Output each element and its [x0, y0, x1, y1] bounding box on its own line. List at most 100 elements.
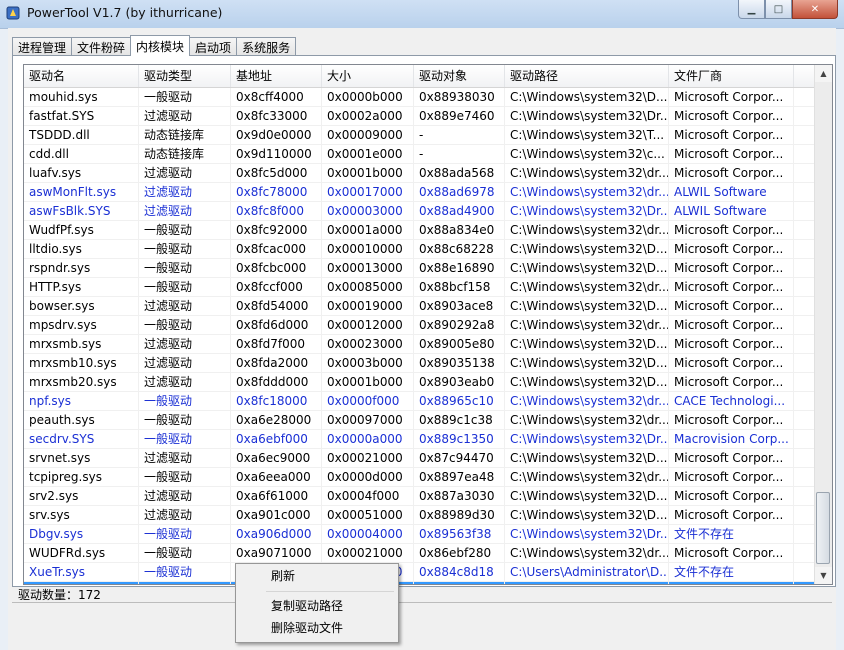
table-row[interactable]: npf.sys 一般驱动 0x8fc18000 0x0000f000 0x88965c1…	[24, 392, 814, 411]
table-cell: Microsoft Corpor...	[669, 335, 794, 353]
table-cell: -	[414, 126, 505, 144]
table-row[interactable]: HTTP.sys 一般驱动 0x8fccf000 0x00085000 0x88bcf1…	[24, 278, 814, 297]
close-button[interactable]: ✕	[792, 0, 838, 19]
table-cell: 0x884c8d18	[414, 563, 505, 581]
table-row[interactable]: secdrv.SYS 一般驱动 0xa6ebf000 0x0000a000 0x889c…	[24, 430, 814, 449]
table-cell: srvnet.sys	[24, 449, 139, 467]
tab-3[interactable]: 启动项	[189, 37, 238, 56]
table-cell: mrxsmb.sys	[24, 335, 139, 353]
table-cell: 0x00097000	[322, 411, 414, 429]
table-cell: C:\Windows\system32\dr...	[505, 183, 669, 201]
column-header-5[interactable]: 驱动路径	[505, 65, 669, 87]
table-row[interactable]: mrxsmb10.sys 过滤驱动 0x8fda2000 0x0003b000 0x89…	[24, 354, 814, 373]
table-cell: C:\Windows\system32\dr...	[505, 468, 669, 486]
table-cell: Microsoft Corpor...	[669, 373, 794, 391]
context-menu: 刷新 复制驱动路径 删除驱动文件	[235, 563, 399, 643]
table-cell: Microsoft Corpor...	[669, 259, 794, 277]
table-cell: 0xa6f61000	[231, 487, 322, 505]
table-row[interactable]: bowser.sys 过滤驱动 0x8fd54000 0x00019000 0x8903…	[24, 297, 814, 316]
table-row[interactable]: cdd.dll 动态链接库 0x9d110000 0x0001e000- C:\Wind…	[24, 145, 814, 164]
table-cell: 一般驱动	[139, 392, 231, 410]
table-cell: 0x8cff4000	[231, 88, 322, 106]
table-cell: TSDDD.dll	[24, 126, 139, 144]
table-cell: 0x0002a000	[322, 107, 414, 125]
table-cell: 过滤驱动	[139, 335, 231, 353]
table-cell: 0x87c94470	[414, 449, 505, 467]
table-row[interactable]: luafv.sys 过滤驱动 0x8fc5d000 0x0001b000 0x88ada…	[24, 164, 814, 183]
table-cell: 0x8fc92000	[231, 221, 322, 239]
tab-0[interactable]: 进程管理	[12, 37, 73, 56]
table-cell: 0x0000d000	[322, 468, 414, 486]
table-row[interactable]: lltdio.sys 一般驱动 0x8fcac000 0x00010000 0x88c6…	[24, 240, 814, 259]
driver-list[interactable]: 驱动名 驱动类型 基地址 大小 驱动对象 驱动路径 文件厂商 mouhid.sys 一般驱动 0…	[23, 64, 833, 585]
table-row[interactable]: WudfPf.sys 一般驱动 0x8fc92000 0x0001a000 0x88a8…	[24, 221, 814, 240]
table-cell: 0x88938030	[414, 88, 505, 106]
table-row[interactable]: mrxsmb20.sys 过滤驱动 0x8fddd000 0x0001b000 0x89…	[24, 373, 814, 392]
table-cell: 一般驱动	[139, 563, 231, 581]
tab-4[interactable]: 系统服务	[236, 37, 297, 56]
table-row[interactable]: fastfat.SYS 过滤驱动 0x8fc33000 0x0002a000 0x889…	[24, 107, 814, 126]
table-cell: 0x00004000	[322, 525, 414, 543]
table-cell: 0x8fcac000	[231, 240, 322, 258]
table-row[interactable]: WUDFRd.sys 一般驱动 0xa9071000 0x00021000 0x86eb…	[24, 544, 814, 563]
table-cell: peauth.sys	[24, 411, 139, 429]
table-cell: 一般驱动	[139, 544, 231, 562]
table-cell: 一般驱动	[139, 88, 231, 106]
table-cell: 0x0000f000	[322, 392, 414, 410]
minimize-button[interactable]: ▁	[738, 0, 765, 19]
table-cell: ALWIL Software	[669, 183, 794, 201]
table-cell: 动态链接库	[139, 126, 231, 144]
scrollbar-thumb[interactable]	[816, 492, 830, 564]
table-cell: 0x88c68228	[414, 240, 505, 258]
table-cell: 一般驱动	[139, 582, 231, 584]
tab-2[interactable]: 内核模块	[130, 35, 191, 56]
table-row[interactable]: peauth.sys 一般驱动 0xa6e28000 0x00097000 0x889c…	[24, 411, 814, 430]
table-cell: srv.sys	[24, 506, 139, 524]
table-cell: C:\Windows\system32\D...	[505, 449, 669, 467]
table-cell: rspndr.sys	[24, 259, 139, 277]
table-row[interactable]: aswFsBlk.SYS 过滤驱动 0x8fc8f000 0x00003000 0x88…	[24, 202, 814, 221]
table-row[interactable]: XueTr.sys一般驱动0xa90a90000x0004a0000x884c8…	[24, 563, 814, 582]
table-cell: 0x8fc33000	[231, 107, 322, 125]
table-cell: 0x0001a000	[322, 221, 414, 239]
table-cell: 0x887a3030	[414, 487, 505, 505]
table-cell: 0xa6eea000	[231, 468, 322, 486]
table-row[interactable]: TSDDD.dll 动态链接库 0x9d0e0000 0x00009000- C:\Wi…	[24, 126, 814, 145]
column-header-3[interactable]: 大小	[322, 65, 414, 87]
table-row[interactable]: rspndr.sys 一般驱动 0x8fcbc000 0x00013000 0x88e1…	[24, 259, 814, 278]
table-row[interactable]: mouhid.sys 一般驱动 0x8cff4000 0x0000b000 0x8893…	[24, 88, 814, 107]
table-cell: mrxsmb10.sys	[24, 354, 139, 372]
menu-item-copy-driver-path[interactable]: 复制驱动路径	[238, 596, 394, 616]
table-row[interactable]: kEvP.sys一般驱动0xa91b60000x0000c0000x874ee6…	[24, 582, 814, 584]
column-header-4[interactable]: 驱动对象	[414, 65, 505, 87]
vertical-scrollbar[interactable]: ▲ ▼	[814, 65, 832, 584]
menu-item-refresh[interactable]: 刷新	[238, 566, 394, 586]
table-cell: 0x00003000	[322, 202, 414, 220]
table-cell: 一般驱动	[139, 278, 231, 296]
column-header-1[interactable]: 驱动类型	[139, 65, 231, 87]
column-header-0[interactable]: 驱动名	[24, 65, 139, 87]
table-cell: 0x9d110000	[231, 145, 322, 163]
table-cell: 0x86ebf280	[414, 544, 505, 562]
table-row[interactable]: mpsdrv.sys 一般驱动 0x8fd6d000 0x00012000 0x8902…	[24, 316, 814, 335]
scroll-down-button[interactable]: ▼	[815, 567, 832, 584]
table-row[interactable]: aswMonFlt.sys 过滤驱动 0x8fc78000 0x00017000 0x8…	[24, 183, 814, 202]
table-row[interactable]: srv.sys 过滤驱动 0xa901c000 0x00051000 0x88989d3…	[24, 506, 814, 525]
table-cell: 0xa6ec9000	[231, 449, 322, 467]
table-row[interactable]: tcpipreg.sys 一般驱动 0xa6eea000 0x0000d000 0x88…	[24, 468, 814, 487]
table-cell: 0x8903ace8	[414, 297, 505, 315]
table-row[interactable]: srv2.sys 过滤驱动 0xa6f61000 0x0004f000 0x887a30…	[24, 487, 814, 506]
table-cell: C:\Windows\system32\Dr...	[505, 430, 669, 448]
table-row[interactable]: Dbgv.sys 一般驱动 0xa906d000 0x00004000 0x89563f…	[24, 525, 814, 544]
maximize-button[interactable]: □	[765, 0, 792, 19]
menu-item-delete-driver-file[interactable]: 删除驱动文件	[238, 618, 394, 638]
scroll-up-button[interactable]: ▲	[815, 65, 832, 82]
table-cell: 0x0000b000	[322, 88, 414, 106]
table-row[interactable]: srvnet.sys 过滤驱动 0xa6ec9000 0x00021000 0x87c9…	[24, 449, 814, 468]
table-cell: aswFsBlk.SYS	[24, 202, 139, 220]
table-cell: 0x88ada568	[414, 164, 505, 182]
table-row[interactable]: mrxsmb.sys 过滤驱动 0x8fd7f000 0x00023000 0x8900…	[24, 335, 814, 354]
column-header-2[interactable]: 基地址	[231, 65, 322, 87]
tab-1[interactable]: 文件粉碎	[71, 37, 132, 56]
column-header-6[interactable]: 文件厂商	[669, 65, 794, 87]
